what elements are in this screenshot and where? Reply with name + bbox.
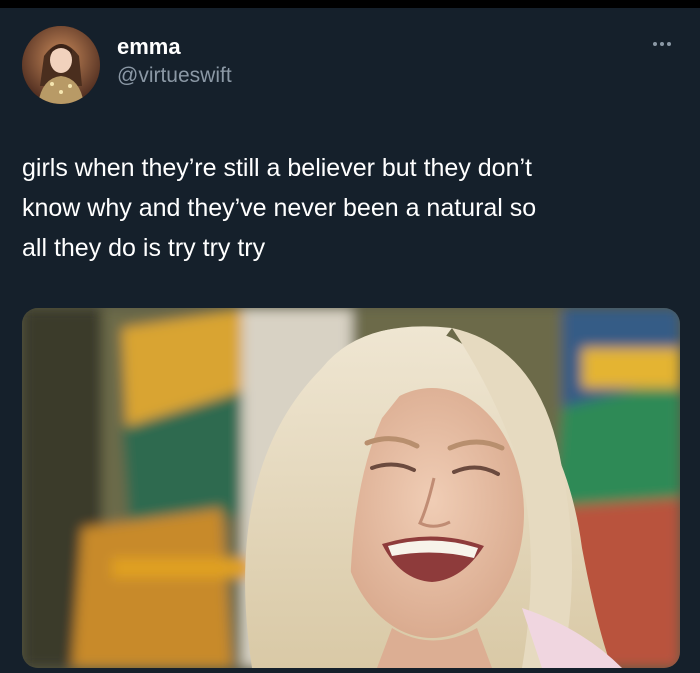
avatar[interactable] [22, 26, 100, 104]
photo-icon [22, 308, 680, 668]
tweet-text: girls when they’re still a believer but … [22, 154, 537, 262]
dot [660, 42, 664, 46]
more-options-icon[interactable] [646, 32, 678, 56]
tweet-card[interactable]: emma @virtueswift girls when they’re sti… [0, 8, 700, 673]
tweet-media[interactable] [22, 308, 680, 668]
author-display-name[interactable]: emma [117, 34, 232, 60]
status-bar-strip [0, 0, 700, 8]
dot [653, 42, 657, 46]
dot [667, 42, 671, 46]
author-info[interactable]: emma @virtueswift [117, 34, 232, 89]
avatar-photo-icon [22, 26, 100, 104]
author-handle[interactable]: @virtueswift [117, 63, 232, 89]
